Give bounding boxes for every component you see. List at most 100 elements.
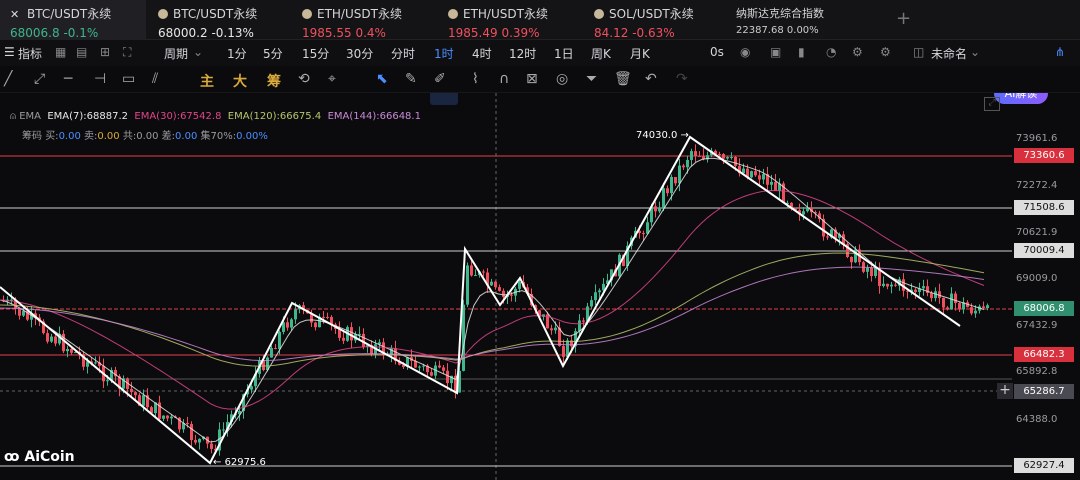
tab-name: BTC/USDT永续 xyxy=(173,7,258,21)
template-icon[interactable]: ▤ xyxy=(76,45,87,59)
pin-icon[interactable]: ⌖ xyxy=(328,71,336,87)
tab-price: 1985.49 xyxy=(448,26,498,40)
more-settings-icon[interactable]: ⚙ xyxy=(880,45,891,59)
tab-sol-usdt-perp[interactable]: SOL/USDT永续 84.12 -0.63% xyxy=(584,0,726,40)
indicator-icon[interactable]: ☰ xyxy=(4,45,15,59)
axis-tick: 65892.8 xyxy=(1016,366,1058,377)
tab-nasdaq[interactable]: 纳斯达克综合指数 22387.68 0.00% xyxy=(728,0,878,40)
horizontal-line-icon[interactable]: ─ xyxy=(64,71,72,87)
candle-body xyxy=(890,284,893,287)
tab-name: ETH/USDT永续 xyxy=(463,7,548,21)
compare-icon[interactable]: ⊞ xyxy=(100,45,110,59)
period-button[interactable]: 周期 xyxy=(164,45,188,62)
price-label-66482[interactable]: 66482.3 xyxy=(1014,347,1074,362)
add-crosshair-icon[interactable]: + xyxy=(997,383,1013,399)
image-icon[interactable]: ▣ xyxy=(770,45,781,59)
candle-body xyxy=(50,336,53,342)
tab-change: 0.00% xyxy=(786,25,819,36)
hide-icon[interactable]: ◎ xyxy=(556,71,568,87)
price-label-current[interactable]: 68006.8 xyxy=(1014,301,1074,316)
candle-body xyxy=(662,188,665,209)
large-order-button[interactable]: 大 xyxy=(233,71,247,91)
interval-5m[interactable]: 5分 xyxy=(263,45,283,62)
tab-price: 22387.68 xyxy=(736,25,784,36)
price-label-71508[interactable]: 71508.6 xyxy=(1014,200,1074,215)
candle-body xyxy=(18,308,21,316)
interval-12h[interactable]: 12时 xyxy=(509,45,536,62)
alert-bell-icon[interactable]: ⍝ xyxy=(10,111,16,122)
candle-body xyxy=(70,348,73,353)
interval-1w[interactable]: 周K xyxy=(591,45,611,62)
magnet-icon[interactable]: ∩ xyxy=(499,71,509,87)
candle-body xyxy=(446,370,449,384)
cursor-icon[interactable]: ⬉ xyxy=(376,71,388,87)
candle-body xyxy=(270,348,273,358)
tab-btc-usdt-perp-2[interactable]: BTC/USDT永续 68000.2 -0.13% xyxy=(148,0,288,40)
chevron-down-icon[interactable]: ⌄ xyxy=(193,45,203,59)
expand-icon[interactable]: ⤢ xyxy=(984,97,1000,111)
snapshot-icon[interactable]: ⟲ xyxy=(298,71,310,87)
chevron-down-icon[interactable]: ⌄ xyxy=(970,45,980,59)
interval-15m[interactable]: 15分 xyxy=(302,45,329,62)
countdown-button[interactable]: 0s xyxy=(710,45,724,59)
tab-eth-usdt-perp[interactable]: ETH/USDT永续 1985.55 0.4% xyxy=(292,0,434,40)
candle-body xyxy=(470,265,473,276)
tab-name: 纳斯达克综合指数 xyxy=(736,7,824,20)
candle-body xyxy=(54,336,57,344)
tab-btc-usdt-perp[interactable]: ✕ BTC/USDT永续 68006.8 -0.1% xyxy=(0,0,146,40)
price-label-73360[interactable]: 73360.6 xyxy=(1014,148,1074,163)
price-label-70009[interactable]: 70009.4 xyxy=(1014,243,1074,258)
alarm-icon[interactable]: ◔ xyxy=(826,45,836,59)
filter-icon[interactable]: ⏷ xyxy=(586,71,597,87)
rectangle-icon[interactable]: ▭ xyxy=(122,71,135,87)
tab-price: 68000.2 xyxy=(158,26,208,40)
candle-body xyxy=(326,316,329,318)
candle-body xyxy=(294,309,297,320)
gear-icon[interactable]: ⚙ xyxy=(852,45,863,59)
unnamed-layout-button[interactable]: 未命名 xyxy=(931,45,967,62)
layout-icon[interactable]: ▦ xyxy=(55,45,66,59)
interval-1m[interactable]: 1分 xyxy=(227,45,247,62)
measure-icon[interactable]: ⌇ xyxy=(472,71,479,87)
interval-1h[interactable]: 1时 xyxy=(434,45,454,62)
candlestick-chart[interactable] xyxy=(0,93,1080,480)
template-icon[interactable]: ◫ xyxy=(913,45,924,59)
candle-body xyxy=(758,175,761,180)
indicator-button[interactable]: 指标 xyxy=(18,45,42,62)
candle-body xyxy=(494,281,497,288)
trend-line-icon[interactable]: ╱ xyxy=(4,71,12,87)
axis-tick: 72272.4 xyxy=(1016,180,1058,191)
candle-body xyxy=(950,293,953,310)
interval-timeshare[interactable]: 分时 xyxy=(391,45,415,62)
interval-30m[interactable]: 30分 xyxy=(346,45,373,62)
trash-icon[interactable]: 🗑 xyxy=(614,71,632,87)
camera-icon[interactable]: ◉ xyxy=(740,45,750,59)
chart-style-icon[interactable]: ▮ xyxy=(798,45,805,59)
parallel-channel-icon[interactable]: ⫽ xyxy=(152,71,158,87)
ray-line-icon[interactable]: ⤢ xyxy=(34,71,45,87)
main-force-button[interactable]: 主 xyxy=(200,71,214,91)
interval-1mo[interactable]: 月K xyxy=(630,45,650,62)
low-annotation: ← 62975.6 xyxy=(213,457,266,468)
interval-1d[interactable]: 1日 xyxy=(554,45,574,62)
candle-body xyxy=(46,333,49,342)
add-tab-icon[interactable]: + xyxy=(896,8,911,29)
horizontal-ray-icon[interactable]: ⊣ xyxy=(94,71,106,87)
brush-icon[interactable]: ✎ xyxy=(405,71,417,87)
redo-icon[interactable]: ↷ xyxy=(676,71,688,87)
tab-eth-usdt-perp-2[interactable]: ETH/USDT永续 1985.49 0.39% xyxy=(438,0,580,40)
candle-body xyxy=(22,310,25,316)
candle-body xyxy=(970,307,973,314)
lock-icon[interactable]: ⊠ xyxy=(526,71,538,87)
exchange-icon xyxy=(448,9,458,19)
price-label-62927[interactable]: 62927.4 xyxy=(1014,458,1074,473)
chips-button[interactable]: 筹 xyxy=(267,71,281,91)
share-icon[interactable]: ⋔ xyxy=(1055,45,1065,59)
price-label-65286[interactable]: 65286.7 xyxy=(1014,384,1074,399)
undo-icon[interactable]: ↶ xyxy=(645,71,657,87)
candle-body xyxy=(694,151,697,156)
candle-body xyxy=(250,386,253,390)
fullscreen-icon[interactable]: ⛶ xyxy=(123,45,131,60)
interval-4h[interactable]: 4时 xyxy=(472,45,492,62)
highlighter-icon[interactable]: ✐ xyxy=(434,71,446,87)
